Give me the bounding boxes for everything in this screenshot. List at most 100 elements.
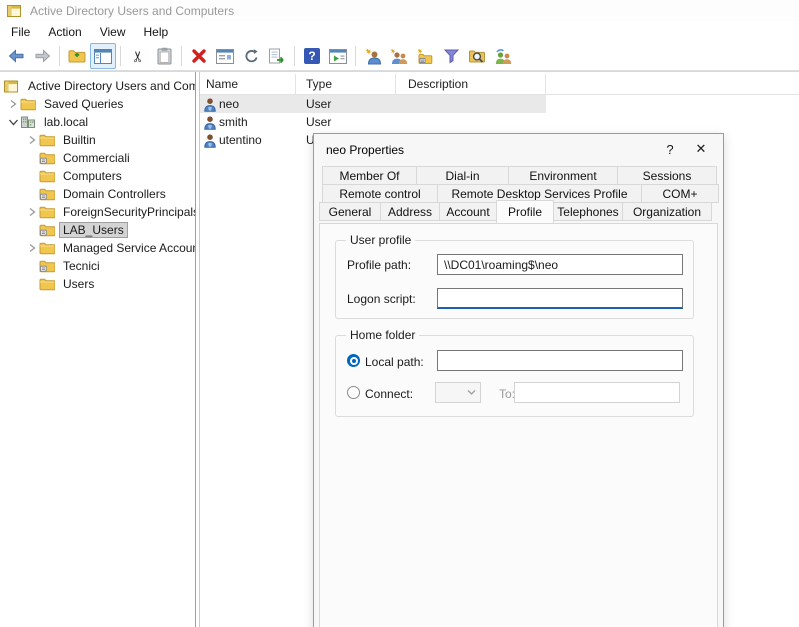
column-header-description[interactable]: Description	[396, 74, 546, 94]
list-header: NameTypeDescription	[200, 74, 799, 95]
dialog-close-button[interactable]: ✕	[681, 134, 721, 164]
new-organizational-unit-button[interactable]	[412, 43, 438, 69]
tab-dial-in[interactable]: Dial-in	[416, 166, 509, 185]
tree-item-users[interactable]: Users	[0, 275, 195, 293]
local-path-label: Local path:	[365, 355, 424, 369]
change-user-button[interactable]	[490, 43, 516, 69]
chevron-down-icon	[467, 389, 476, 396]
cut-button[interactable]: ✂	[125, 43, 151, 69]
tree-item-builtin[interactable]: Builtin	[0, 131, 195, 149]
tree-item-tecnici[interactable]: Tecnici	[0, 257, 195, 275]
tree-item-computers[interactable]: Computers	[0, 167, 195, 185]
tab-row: Member OfDial-inEnvironmentSessions	[319, 166, 720, 185]
tab-account[interactable]: Account	[439, 202, 497, 221]
tab-environment[interactable]: Environment	[508, 166, 618, 185]
new-group-button[interactable]	[386, 43, 412, 69]
back-button[interactable]	[3, 43, 29, 69]
list-item-neo[interactable]: neoUser	[200, 95, 546, 113]
console-icon	[4, 80, 21, 93]
list-item-smith[interactable]: smithUser	[200, 113, 546, 131]
up-one-level-button[interactable]	[64, 43, 90, 69]
tree-item-lab-users[interactable]: LAB_Users	[0, 221, 195, 239]
tab-organization[interactable]: Organization	[622, 202, 712, 221]
cell-type: User	[306, 97, 331, 111]
menu-view[interactable]: View	[91, 23, 135, 41]
help-button[interactable]: ?	[299, 43, 325, 69]
delete-button[interactable]	[186, 43, 212, 69]
folder-icon	[39, 133, 56, 147]
cell-type: User	[306, 115, 331, 129]
paste-button[interactable]	[151, 43, 177, 69]
tree-item-label: Domain Controllers	[60, 187, 169, 201]
menu-file[interactable]: File	[2, 23, 39, 41]
tab-profile[interactable]: Profile	[496, 200, 554, 223]
column-header-filler	[546, 74, 799, 94]
find-button[interactable]	[464, 43, 490, 69]
tree-item-label: Users	[60, 277, 97, 291]
tree-item-domain-controllers[interactable]: Domain Controllers	[0, 185, 195, 203]
filter-button[interactable]	[438, 43, 464, 69]
forward-button[interactable]	[29, 43, 55, 69]
tree-item-label: Tecnici	[60, 259, 103, 273]
folder-icon	[39, 277, 56, 291]
menu-help[interactable]: Help	[135, 23, 178, 41]
toolbar: ✂ ?	[0, 42, 799, 71]
tree-item-saved-queries[interactable]: Saved Queries	[0, 95, 195, 113]
chevron-expanded-icon[interactable]	[6, 115, 20, 129]
ou-icon	[39, 187, 56, 201]
console-tree-panel: Active Directory Users and ComSaved Quer…	[0, 72, 196, 627]
dialog-titlebar: neo Properties ? ✕	[314, 134, 723, 166]
tree-item-label: Managed Service Accounts	[60, 241, 196, 255]
tree-item-managed-service-accounts[interactable]: Managed Service Accounts	[0, 239, 195, 257]
menu-action[interactable]: Action	[39, 23, 90, 41]
profile-path-input[interactable]	[437, 254, 683, 275]
profile-tab-page: User profile Profile path: Logon script:…	[319, 223, 718, 627]
tab-sessions[interactable]: Sessions	[617, 166, 717, 185]
tab-general[interactable]: General	[319, 202, 381, 221]
chevron-collapsed-icon[interactable]	[25, 133, 39, 147]
chevron-collapsed-icon[interactable]	[25, 241, 39, 255]
chevron-collapsed-icon[interactable]	[6, 97, 20, 111]
tab-com[interactable]: COM+	[641, 184, 719, 203]
logon-script-label: Logon script:	[347, 292, 416, 306]
column-header-type[interactable]: Type	[296, 74, 396, 94]
connect-radio[interactable]	[347, 386, 360, 399]
console-window-icon	[7, 5, 21, 17]
new-window-button[interactable]	[325, 43, 351, 69]
user-profile-group-label: User profile	[346, 233, 415, 247]
tree-item-label: ForeignSecurityPrincipals	[60, 205, 196, 219]
tree-item-commerciali[interactable]: Commerciali	[0, 149, 195, 167]
show-console-tree-button[interactable]	[90, 43, 116, 69]
local-path-input[interactable]	[437, 350, 683, 371]
export-list-button[interactable]	[264, 43, 290, 69]
chevron-collapsed-icon[interactable]	[25, 205, 39, 219]
tree-item-label: Computers	[60, 169, 125, 183]
aduc-window: Active Directory Users and Computers Fil…	[0, 0, 799, 627]
tree-item-label: Commerciali	[60, 151, 133, 165]
tab-member-of[interactable]: Member Of	[322, 166, 417, 185]
tree-item-active-directory-users-and-com[interactable]: Active Directory Users and Com	[0, 77, 195, 95]
dialog-title: neo Properties	[326, 143, 404, 157]
column-header-name[interactable]: Name	[200, 74, 296, 94]
tab-remote-control[interactable]: Remote control	[322, 184, 438, 203]
folder-icon	[39, 205, 56, 219]
drive-letter-select[interactable]	[435, 382, 481, 403]
new-user-button[interactable]	[360, 43, 386, 69]
tab-strip: Member OfDial-inEnvironmentSessionsRemot…	[319, 166, 720, 220]
tab-address[interactable]: Address	[380, 202, 440, 221]
ou-icon	[39, 151, 56, 165]
to-label: To:	[499, 387, 515, 401]
tab-row: GeneralAddressAccountProfileTelephonesOr…	[319, 202, 720, 221]
logon-script-input[interactable]	[437, 288, 683, 309]
tab-telephones[interactable]: Telephones	[553, 202, 623, 221]
toolbar-separator	[59, 46, 60, 66]
tree-item-lab-local[interactable]: lab.local	[0, 113, 195, 131]
toolbar-separator	[181, 46, 182, 66]
local-path-radio[interactable]	[347, 354, 360, 367]
tree-item-foreignsecurityprincipals[interactable]: ForeignSecurityPrincipals	[0, 203, 195, 221]
connect-to-input[interactable]	[514, 382, 680, 403]
folder-icon	[20, 97, 37, 111]
refresh-button[interactable]	[238, 43, 264, 69]
properties-button[interactable]	[212, 43, 238, 69]
folder-icon	[39, 169, 56, 183]
